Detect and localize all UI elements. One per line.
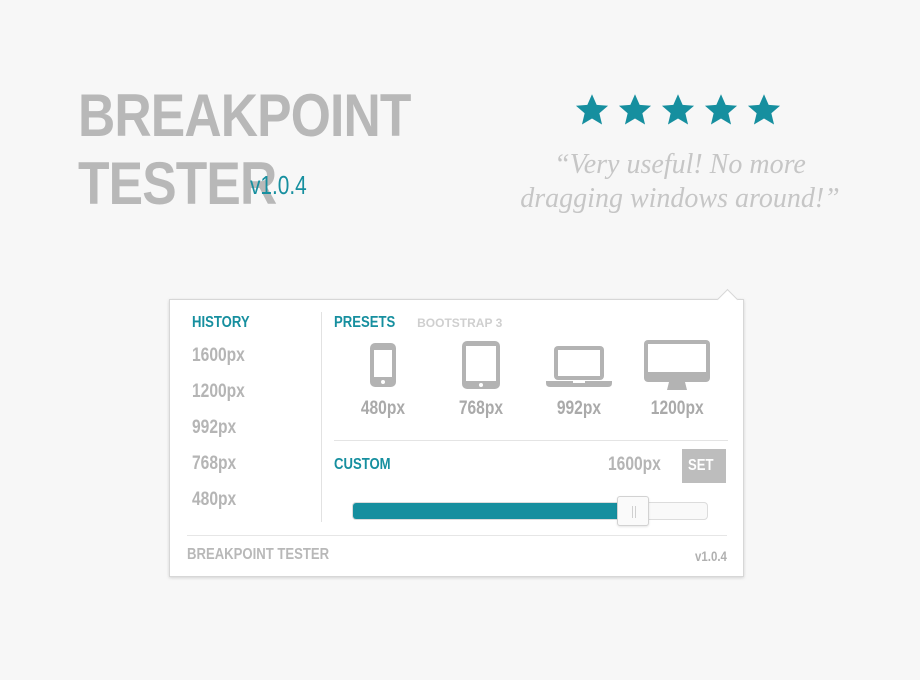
star-icon xyxy=(575,94,609,125)
quote-line-1: “Very useful! No more xyxy=(554,149,806,180)
rating-stars xyxy=(574,92,782,128)
history-item[interactable]: 1600px xyxy=(192,338,312,374)
preset-tablet[interactable]: 768px xyxy=(441,336,521,420)
history-list: HISTORY 1600px 1200px 992px 768px 480px xyxy=(192,312,312,518)
history-item[interactable]: 480px xyxy=(192,482,312,518)
preset-laptop[interactable]: 992px xyxy=(539,336,619,420)
star-icon xyxy=(704,94,738,125)
preset-label: 768px xyxy=(458,398,504,419)
slider-grip xyxy=(634,506,636,518)
custom-heading: CUSTOM xyxy=(334,456,391,473)
breakpoint-tester-popup: HISTORY 1600px 1200px 992px 768px 480px … xyxy=(169,288,744,577)
preset-label: 992px xyxy=(556,398,602,419)
star-icon xyxy=(618,94,652,125)
width-slider[interactable] xyxy=(352,496,708,526)
tablet-icon xyxy=(441,336,521,394)
slider-fill xyxy=(353,503,633,519)
star-icon xyxy=(747,94,781,125)
preset-desktop[interactable]: 1200px xyxy=(637,336,717,420)
testimonial-quote: “Very useful! No more dragging windows a… xyxy=(490,148,870,216)
phone-icon xyxy=(343,336,423,394)
set-button[interactable]: SET xyxy=(682,449,726,483)
footer-version: v1.0.4 xyxy=(695,548,727,564)
history-item[interactable]: 768px xyxy=(192,446,312,482)
footer-divider xyxy=(187,535,727,536)
laptop-icon xyxy=(539,336,619,394)
custom-width-value: 1600px xyxy=(608,454,661,475)
footer-title: BREAKPOINT TESTER xyxy=(187,546,330,563)
star-icon xyxy=(661,94,695,125)
column-divider xyxy=(321,312,322,522)
hero-version: v1.0.4 xyxy=(250,170,307,200)
hero-title-line-1: BREAKPOINT xyxy=(78,82,411,149)
presets-subheading: BOOTSTRAP 3 xyxy=(417,316,503,330)
history-item[interactable]: 1200px xyxy=(192,374,312,410)
presets-header: PRESETS BOOTSTRAP 3 xyxy=(334,312,502,334)
preset-label: 1200px xyxy=(650,398,704,419)
preset-phone[interactable]: 480px xyxy=(343,336,423,420)
presets-heading: PRESETS xyxy=(334,314,396,331)
desktop-icon xyxy=(637,336,717,394)
slider-thumb[interactable] xyxy=(616,496,649,526)
quote-line-2: dragging windows around!” xyxy=(520,183,840,214)
history-item[interactable]: 992px xyxy=(192,410,312,446)
presets-divider xyxy=(334,440,728,441)
popup-caret xyxy=(716,288,739,311)
hero-title-line-2: TESTER xyxy=(78,150,277,217)
preset-label: 480px xyxy=(360,398,406,419)
slider-grip xyxy=(631,506,633,518)
history-heading: HISTORY xyxy=(192,314,250,331)
